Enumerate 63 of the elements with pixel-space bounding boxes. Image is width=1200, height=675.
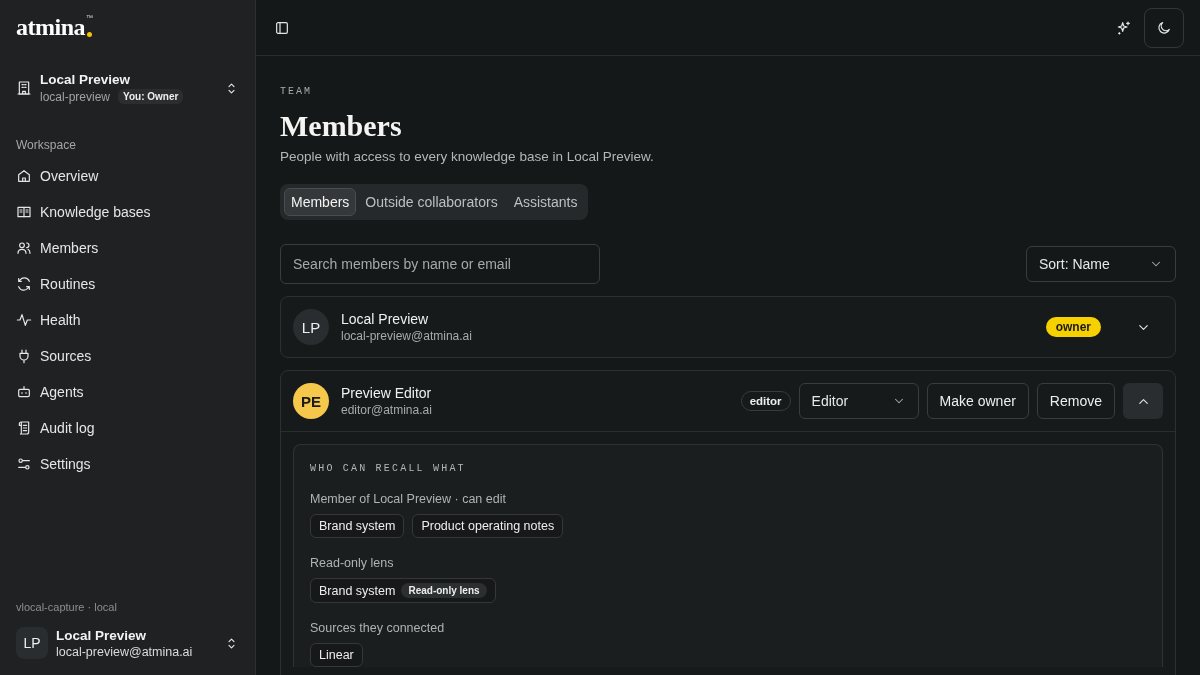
user-email: local-preview@atmina.ai <box>56 644 193 659</box>
group-label: Read-only lens <box>310 556 395 570</box>
page-title: Members <box>280 109 403 143</box>
role-badge: You: Owner <box>118 89 184 104</box>
nav-item[interactable]: Overview <box>8 158 247 194</box>
expand-toggle-button[interactable] <box>1123 383 1163 419</box>
logo-wordmark: atmina <box>16 14 85 40</box>
member-email: local-preview@atmina.ai <box>341 329 472 343</box>
workspace-slug: local-preview <box>40 89 111 104</box>
users-icon <box>16 240 32 256</box>
member-avatar: PE <box>293 383 329 419</box>
moon-icon <box>1156 19 1172 36</box>
section-label: Workspace <box>15 138 77 152</box>
home-icon <box>16 168 32 184</box>
panel-icon <box>274 19 290 36</box>
tab[interactable]: Outside collaborators <box>358 188 505 216</box>
nav-item[interactable]: Routines <box>8 266 247 302</box>
chip-label: Product operating notes <box>421 519 555 533</box>
nav-item[interactable]: Audit log <box>8 410 247 446</box>
panel-heading: WHO CAN RECALL WHAT <box>310 463 467 474</box>
sliders-icon <box>16 456 32 472</box>
nav-item[interactable]: Health <box>8 302 247 338</box>
nav-item[interactable]: Settings <box>8 446 247 482</box>
search-field[interactable]: Search members by name or email <box>280 244 600 284</box>
refresh-icon <box>16 276 32 292</box>
tab[interactable]: Assistants <box>506 188 585 216</box>
page-description: People with access to every knowledge base in Local Preview. <box>280 149 655 164</box>
robot-icon <box>16 384 32 400</box>
group-label: Member of Local Preview · can edit <box>310 492 507 506</box>
nav-item[interactable]: Knowledge bases <box>8 194 247 230</box>
theme-toggle-button[interactable] <box>1144 7 1184 48</box>
member-email: editor@atmina.ai <box>341 403 432 417</box>
user-menu[interactable]: LP Local Preview local-preview@atmina.ai <box>8 623 247 663</box>
plug-icon <box>16 348 32 364</box>
sparkle-icon <box>1116 19 1132 36</box>
chip-label: Brand system <box>319 583 396 598</box>
role-badge: owner <box>1045 317 1101 337</box>
user-avatar: LP <box>16 627 48 659</box>
workspace-name: Local Preview <box>40 72 132 87</box>
role-dropdown[interactable]: Editor <box>798 383 919 419</box>
book-icon <box>16 204 32 220</box>
nav-item[interactable]: Agents <box>8 374 247 410</box>
chip-label: Linear <box>319 648 354 662</box>
workspace-switcher[interactable]: Local Preview local-preview You: Owner <box>8 64 247 112</box>
section-eyebrow: TEAM <box>280 86 313 97</box>
sort-dropdown[interactable]: Sort: Name <box>1026 246 1176 282</box>
nav-item[interactable]: Sources <box>8 338 247 374</box>
chip-label: Brand system <box>319 519 396 533</box>
user-name: Local Preview <box>56 627 148 643</box>
member-name: Preview Editor <box>341 385 432 401</box>
action-button[interactable]: Make owner <box>926 383 1029 419</box>
logo-dot-icon <box>87 32 92 37</box>
building-icon <box>16 80 32 96</box>
scroll-icon <box>16 420 32 436</box>
tab[interactable]: Members <box>284 188 357 216</box>
nav-item[interactable]: Members <box>8 230 247 266</box>
member-name: Local Preview <box>341 311 430 327</box>
member-avatar: LP <box>293 309 329 345</box>
pulse-icon <box>16 312 32 328</box>
action-button[interactable]: Remove <box>1036 383 1115 419</box>
group-label: Sources they connected <box>310 621 446 635</box>
read-only-tag: Read-only lens <box>401 583 487 598</box>
environment-label: vlocal-capture · local <box>15 601 118 613</box>
